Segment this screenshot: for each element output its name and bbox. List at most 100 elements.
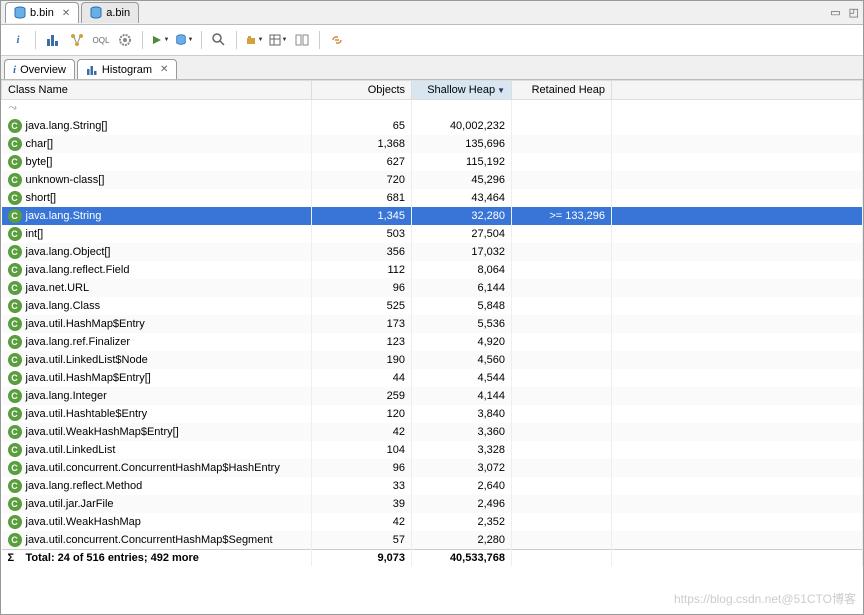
col-class-name[interactable]: Class Name bbox=[2, 81, 312, 100]
total-label: ΣTotal: 24 of 516 entries; 492 more bbox=[2, 550, 312, 567]
shallow-cell: 40,002,232 bbox=[412, 117, 512, 135]
separator bbox=[319, 31, 320, 49]
objects-cell: 96 bbox=[312, 459, 412, 477]
maximize-icon[interactable]: ◰ bbox=[849, 6, 859, 19]
shallow-cell: 4,920 bbox=[412, 333, 512, 351]
shallow-cell: 32,280 bbox=[412, 207, 512, 225]
class-icon: C bbox=[8, 245, 22, 259]
histogram-table: Class Name Objects Shallow Heap▼ Retaine… bbox=[1, 80, 863, 566]
shallow-cell: 3,072 bbox=[412, 459, 512, 477]
class-icon: C bbox=[8, 191, 22, 205]
table-row[interactable]: Cjava.util.WeakHashMap$Entry[]423,360 bbox=[2, 423, 863, 441]
shallow-cell: 5,848 bbox=[412, 297, 512, 315]
sigma-icon: Σ bbox=[8, 552, 22, 564]
shallow-cell: 4,544 bbox=[412, 369, 512, 387]
table-row[interactable]: Cjava.lang.reflect.Field1128,064 bbox=[2, 261, 863, 279]
table-row[interactable]: Cchar[]1,368135,696 bbox=[2, 135, 863, 153]
run-button[interactable]: ▼ bbox=[149, 29, 171, 51]
retained-cell bbox=[512, 297, 612, 315]
objects-cell: 123 bbox=[312, 333, 412, 351]
tab-label: Overview bbox=[20, 64, 66, 76]
retained-cell bbox=[512, 261, 612, 279]
tab-histogram[interactable]: Histogram ✕ bbox=[77, 59, 178, 79]
class-name-cell: Cjava.util.concurrent.ConcurrentHashMap$… bbox=[2, 459, 312, 477]
table-row[interactable]: Cjava.util.LinkedList1043,328 bbox=[2, 441, 863, 459]
gear-button[interactable] bbox=[114, 29, 136, 51]
shallow-cell: 17,032 bbox=[412, 243, 512, 261]
editor-tab-bar: b.bin ✕ a.bin ▭ ◰ bbox=[1, 1, 863, 25]
table-row[interactable]: Cjava.util.Hashtable$Entry1203,840 bbox=[2, 405, 863, 423]
regex-cell[interactable]: ⤳ bbox=[2, 100, 312, 118]
shallow-cell: 43,464 bbox=[412, 189, 512, 207]
separator bbox=[201, 31, 202, 49]
table-row[interactable]: Cjava.util.LinkedList$Node1904,560 bbox=[2, 351, 863, 369]
class-name-cell: Cjava.lang.ref.Finalizer bbox=[2, 333, 312, 351]
tree-button[interactable] bbox=[66, 29, 88, 51]
histogram-button[interactable] bbox=[42, 29, 64, 51]
objects-cell: 57 bbox=[312, 531, 412, 550]
col-shallow-heap[interactable]: Shallow Heap▼ bbox=[412, 81, 512, 100]
table-row[interactable]: Cjava.lang.reflect.Method332,640 bbox=[2, 477, 863, 495]
class-name-cell: Cjava.util.jar.JarFile bbox=[2, 495, 312, 513]
shallow-cell: 2,496 bbox=[412, 495, 512, 513]
class-icon: C bbox=[8, 119, 22, 133]
close-icon[interactable]: ✕ bbox=[160, 64, 168, 75]
editor-tab-inactive[interactable]: a.bin bbox=[81, 2, 139, 23]
table-row[interactable]: Cjava.util.jar.JarFile392,496 bbox=[2, 495, 863, 513]
numeric-filter[interactable] bbox=[512, 100, 612, 118]
table-row[interactable]: Cjava.lang.Object[]35617,032 bbox=[2, 243, 863, 261]
editor-tab-active[interactable]: b.bin ✕ bbox=[5, 2, 79, 23]
table-row[interactable]: Cjava.lang.String[]6540,002,232 bbox=[2, 117, 863, 135]
separator bbox=[236, 31, 237, 49]
objects-cell: 104 bbox=[312, 441, 412, 459]
minimize-icon[interactable]: ▭ bbox=[830, 6, 840, 19]
compare-button[interactable] bbox=[291, 29, 313, 51]
table-row[interactable]: Cjava.util.HashMap$Entry1735,536 bbox=[2, 315, 863, 333]
search-button[interactable] bbox=[208, 29, 230, 51]
table-row[interactable]: Cjava.net.URL966,144 bbox=[2, 279, 863, 297]
info-button[interactable]: i bbox=[7, 29, 29, 51]
table-row[interactable]: Cjava.util.concurrent.ConcurrentHashMap$… bbox=[2, 459, 863, 477]
package-button[interactable]: ▼ bbox=[243, 29, 265, 51]
database-icon bbox=[14, 6, 26, 20]
objects-cell: 39 bbox=[312, 495, 412, 513]
table-row[interactable]: Cjava.lang.ref.Finalizer1234,920 bbox=[2, 333, 863, 351]
table-row[interactable]: Cjava.util.WeakHashMap422,352 bbox=[2, 513, 863, 531]
retained-cell bbox=[512, 225, 612, 243]
numeric-filter[interactable] bbox=[412, 100, 512, 118]
oql-button[interactable]: OQL bbox=[90, 29, 112, 51]
close-icon[interactable]: ✕ bbox=[62, 8, 70, 19]
db-dropdown-button[interactable]: ▼ bbox=[173, 29, 195, 51]
table-row[interactable]: Cjava.lang.String1,34532,280>= 133,296 bbox=[2, 207, 863, 225]
col-retained-heap[interactable]: Retained Heap bbox=[512, 81, 612, 100]
retained-cell bbox=[512, 387, 612, 405]
table-row[interactable]: Cjava.lang.Integer2594,144 bbox=[2, 387, 863, 405]
retained-cell bbox=[512, 117, 612, 135]
table-button[interactable]: ▼ bbox=[267, 29, 289, 51]
retained-cell bbox=[512, 333, 612, 351]
col-objects[interactable]: Objects bbox=[312, 81, 412, 100]
table-row[interactable]: Cshort[]68143,464 bbox=[2, 189, 863, 207]
table-row[interactable]: Cbyte[]627115,192 bbox=[2, 153, 863, 171]
retained-cell bbox=[512, 153, 612, 171]
objects-cell: 96 bbox=[312, 279, 412, 297]
table-row[interactable]: Cunknown-class[]72045,296 bbox=[2, 171, 863, 189]
retained-cell: >= 133,296 bbox=[512, 207, 612, 225]
class-name-cell: Cjava.util.LinkedList$Node bbox=[2, 351, 312, 369]
link-button[interactable] bbox=[326, 29, 348, 51]
numeric-filter[interactable] bbox=[312, 100, 412, 118]
table-row[interactable]: Cjava.lang.Class5255,848 bbox=[2, 297, 863, 315]
histogram-icon bbox=[86, 64, 98, 76]
table-row[interactable]: Cint[]50327,504 bbox=[2, 225, 863, 243]
table-container[interactable]: Class Name Objects Shallow Heap▼ Retaine… bbox=[1, 80, 863, 610]
objects-cell: 356 bbox=[312, 243, 412, 261]
editor-controls: ▭ ◰ bbox=[830, 6, 859, 19]
class-name-cell: Cjava.util.WeakHashMap$Entry[] bbox=[2, 423, 312, 441]
class-name-cell: Cjava.lang.Class bbox=[2, 297, 312, 315]
class-icon: C bbox=[8, 155, 22, 169]
class-name-cell: Cbyte[] bbox=[2, 153, 312, 171]
table-row[interactable]: Cjava.util.concurrent.ConcurrentHashMap$… bbox=[2, 531, 863, 550]
table-row[interactable]: Cjava.util.HashMap$Entry[]444,544 bbox=[2, 369, 863, 387]
tab-overview[interactable]: i Overview bbox=[4, 59, 75, 79]
shallow-cell: 4,560 bbox=[412, 351, 512, 369]
